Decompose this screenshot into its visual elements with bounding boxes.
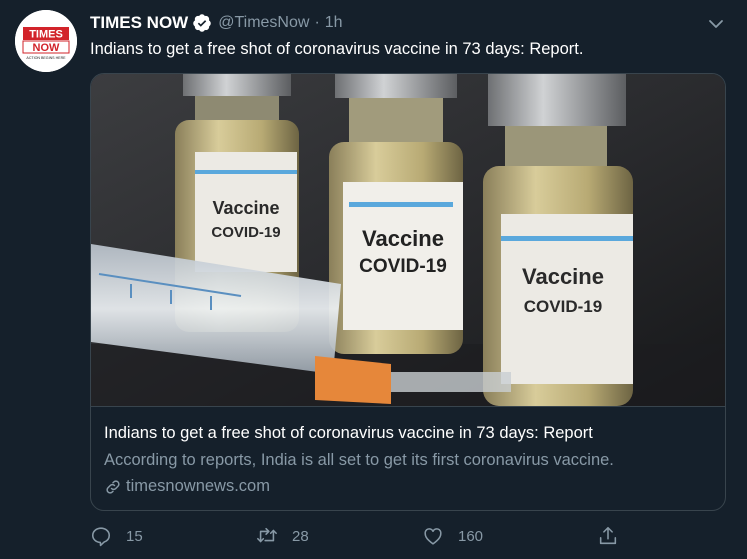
svg-text:ACTION BEGINS HERE: ACTION BEGINS HERE xyxy=(26,56,66,60)
reply-count: 15 xyxy=(126,527,143,545)
verified-badge-icon xyxy=(192,13,212,33)
reply-button[interactable]: 15 xyxy=(90,523,143,549)
card-domain-text: timesnownews.com xyxy=(126,477,270,495)
vial-center: Vaccine COVID-19 xyxy=(329,74,463,354)
chevron-down-icon[interactable] xyxy=(707,15,725,33)
svg-text:Vaccine: Vaccine xyxy=(212,198,279,218)
retweet-button[interactable]: 28 xyxy=(256,523,309,549)
card-domain[interactable]: timesnownews.com xyxy=(104,477,270,496)
separator-dot: · xyxy=(314,14,320,31)
share-button[interactable] xyxy=(597,523,619,549)
svg-text:COVID-19: COVID-19 xyxy=(524,297,602,316)
tweet-text: Indians to get a free shot of coronaviru… xyxy=(90,40,584,58)
svg-text:COVID-19: COVID-19 xyxy=(359,256,447,277)
svg-text:TIMES: TIMES xyxy=(29,29,63,41)
like-button[interactable]: 160 xyxy=(422,523,483,549)
retweet-count: 28 xyxy=(292,527,309,545)
display-name[interactable]: TIMES NOW xyxy=(90,13,188,33)
author-handle[interactable]: @TimesNow xyxy=(218,14,309,32)
heart-icon xyxy=(424,528,442,545)
svg-text:NOW: NOW xyxy=(33,42,61,54)
tweet-header: TIMES NOW @TimesNow · 1h xyxy=(90,11,343,35)
link-icon xyxy=(104,478,122,496)
share-icon xyxy=(599,526,617,545)
retweet-icon xyxy=(257,527,277,543)
link-card[interactable]: Vaccine COVID-19 Vaccine COVID-19 Vaccin… xyxy=(90,73,726,511)
avatar[interactable]: TIMES NOW ACTION BEGINS HERE xyxy=(15,10,77,72)
tweet[interactable]: TIMES NOW ACTION BEGINS HERE TIMES NOW @… xyxy=(0,0,747,559)
svg-text:Vaccine: Vaccine xyxy=(362,226,444,251)
timestamp[interactable]: 1h xyxy=(325,14,343,32)
like-count: 160 xyxy=(458,527,484,545)
reply-icon xyxy=(91,527,111,547)
times-now-logo: TIMES NOW ACTION BEGINS HERE xyxy=(15,10,77,72)
card-title[interactable]: Indians to get a free shot of coronaviru… xyxy=(104,424,593,443)
svg-text:Vaccine: Vaccine xyxy=(522,264,604,289)
svg-text:COVID-19: COVID-19 xyxy=(211,224,280,241)
card-image[interactable]: Vaccine COVID-19 Vaccine COVID-19 Vaccin… xyxy=(91,74,725,407)
card-description: According to reports, India is all set t… xyxy=(104,451,614,469)
vial-right: Vaccine COVID-19 xyxy=(483,74,633,406)
